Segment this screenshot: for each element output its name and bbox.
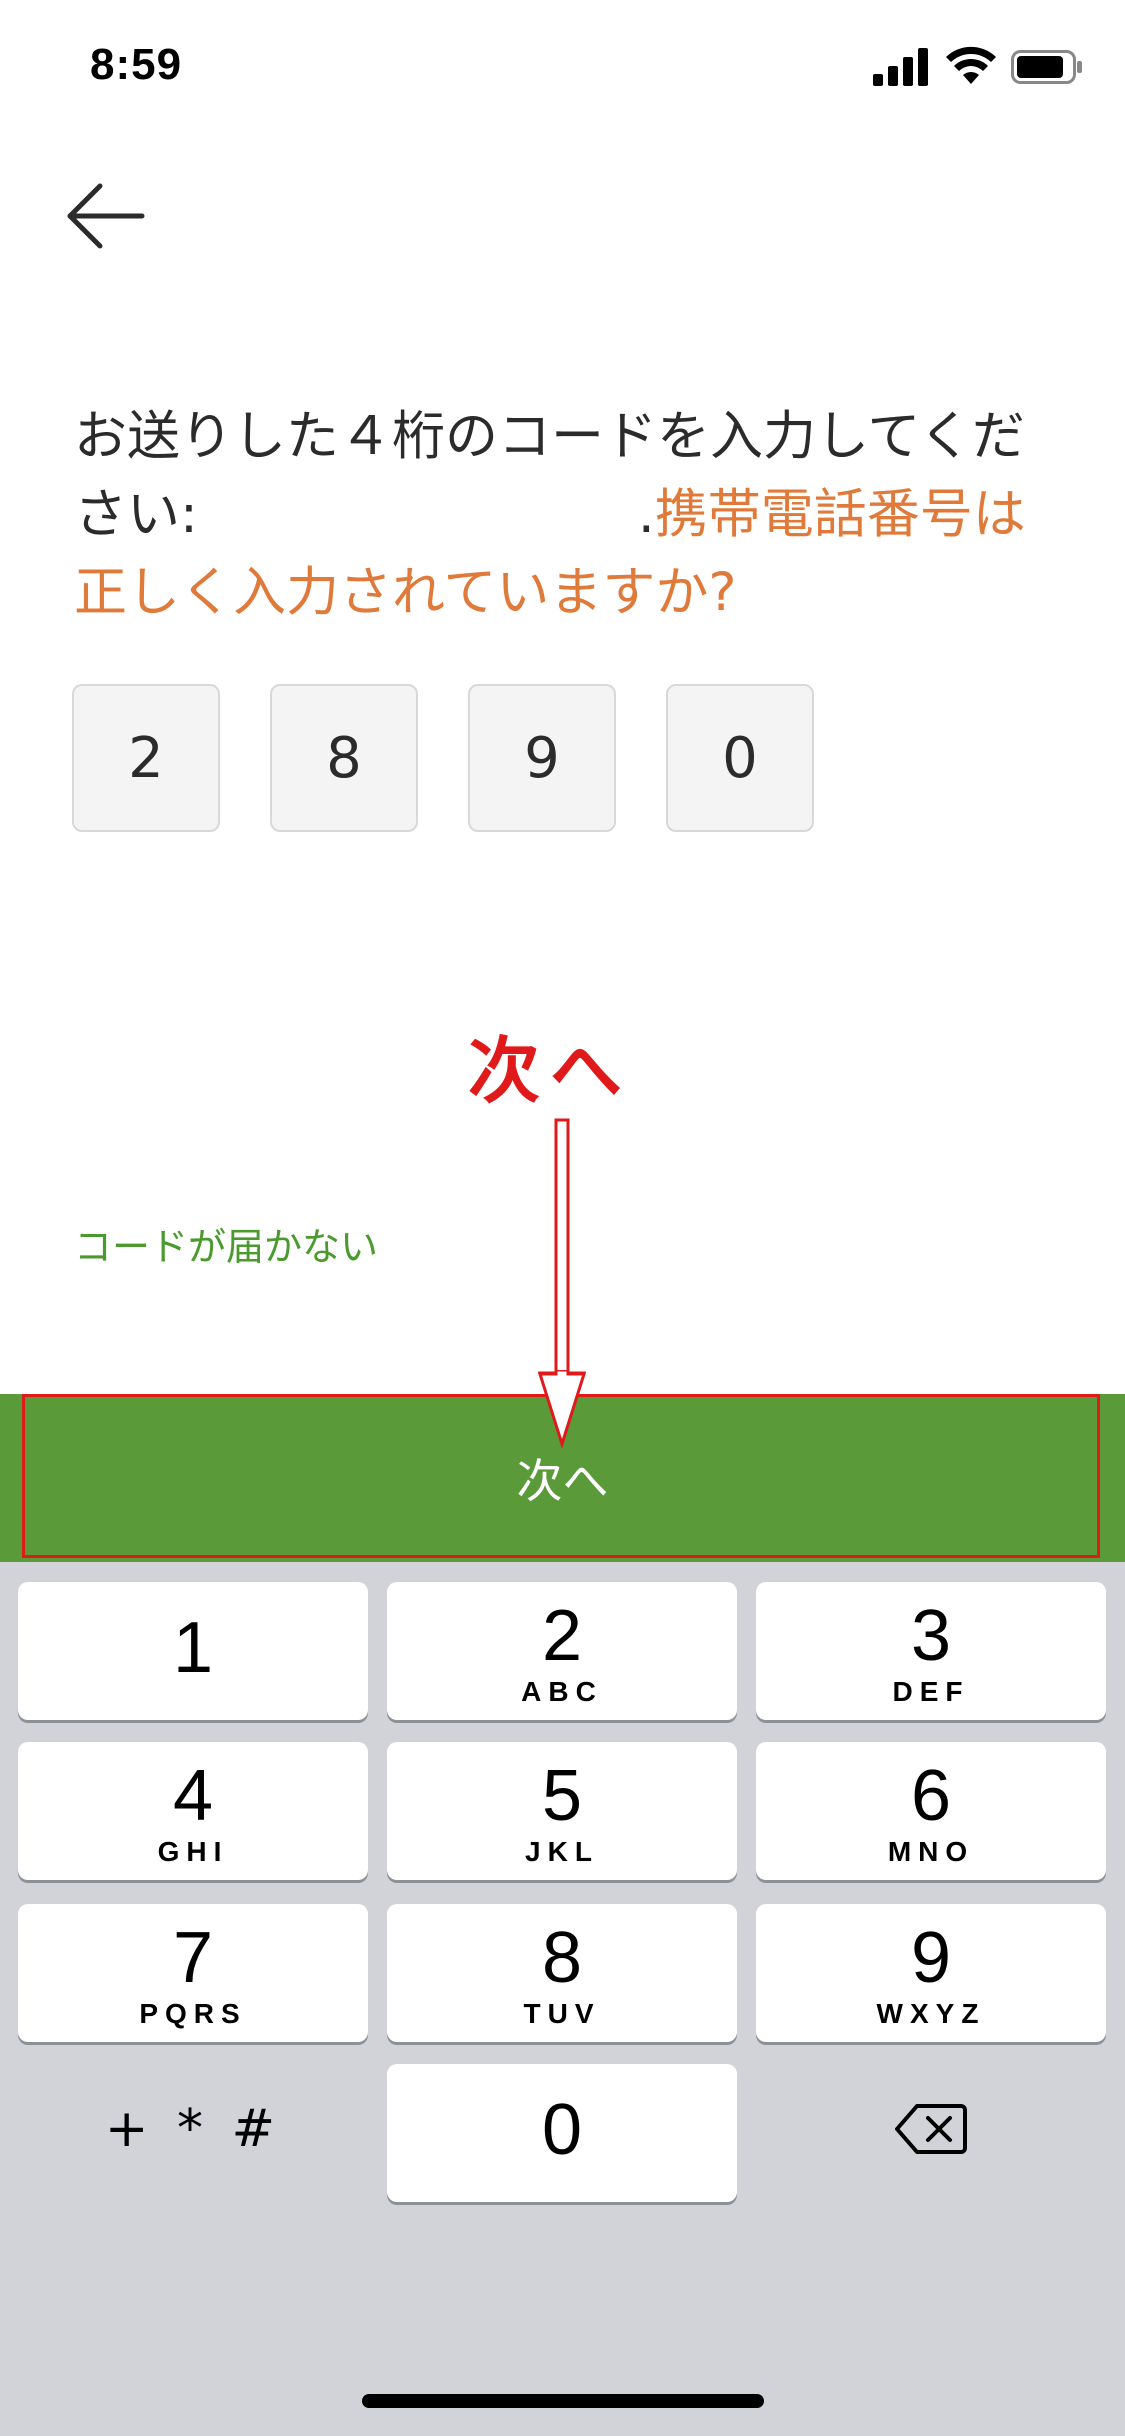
resend-code-link[interactable]: コードが届かない	[74, 1216, 378, 1271]
key-7[interactable]: 7 PQRS	[18, 1904, 368, 2042]
delete-key[interactable]	[756, 2060, 1106, 2198]
wifi-icon	[946, 46, 996, 84]
status-bar: 8:59	[0, 0, 1125, 132]
key-digit: 1	[172, 1608, 214, 1688]
key-letters: TUV	[523, 1998, 601, 2029]
home-indicator[interactable]	[362, 2394, 764, 2408]
key-digit: 6	[910, 1756, 952, 1836]
back-arrow-icon[interactable]	[64, 180, 148, 252]
code-digit-box[interactable]: 9	[468, 684, 616, 832]
next-button-label: 次へ	[516, 1454, 609, 1508]
key-letters: WXYZ	[876, 1998, 986, 2029]
battery-icon	[1011, 50, 1082, 84]
code-digit-box[interactable]: 8	[270, 684, 418, 832]
key-digit: 7	[172, 1918, 214, 1998]
key-letters: MNO	[887, 1836, 975, 1867]
prompt-period: .	[637, 484, 655, 545]
key-digit: 2	[541, 1596, 583, 1676]
key-8[interactable]: 8 TUV	[387, 1904, 737, 2042]
key-letters: GHI	[157, 1836, 229, 1867]
key-9[interactable]: 9 WXYZ	[756, 1904, 1106, 2042]
key-digit: 3	[910, 1596, 952, 1676]
verification-prompt: お送りした４桁のコードを入力してください: .携帯電話番号は正しく入力されています…	[74, 398, 1064, 632]
key-digit: 0	[541, 2090, 583, 2170]
code-digit-box[interactable]: 2	[72, 684, 220, 832]
annotation-arrow-tip-icon	[537, 1370, 587, 1450]
code-digit-box[interactable]: 0	[666, 684, 814, 832]
key-letters: PQRS	[139, 1998, 247, 2029]
key-letters: ABC	[521, 1676, 603, 1707]
phone-check-warning: 携帯電話番号は正しく入力されていますか?	[74, 484, 1026, 623]
key-4[interactable]: 4 GHI	[18, 1742, 368, 1880]
key-digit: 8	[541, 1918, 583, 1998]
key-6[interactable]: 6 MNO	[756, 1742, 1106, 1880]
key-2[interactable]: 2 ABC	[387, 1582, 737, 1720]
key-letters: DEF	[892, 1676, 970, 1707]
key-0[interactable]: 0	[387, 2064, 737, 2202]
key-5[interactable]: 5 JKL	[387, 1742, 737, 1880]
key-digit: 4	[172, 1756, 214, 1836]
key-digit: 5	[541, 1756, 583, 1836]
backspace-icon	[895, 2104, 967, 2154]
symbols-key[interactable]: + * #	[18, 2060, 368, 2198]
key-1[interactable]: 1	[18, 1582, 368, 1720]
key-digit: 9	[910, 1918, 952, 1998]
key-letters: JKL	[525, 1836, 599, 1867]
key-3[interactable]: 3 DEF	[756, 1582, 1106, 1720]
cellular-signal-icon	[873, 48, 928, 86]
annotation-label: 次へ	[468, 1029, 633, 1113]
status-time: 8:59	[90, 40, 183, 89]
